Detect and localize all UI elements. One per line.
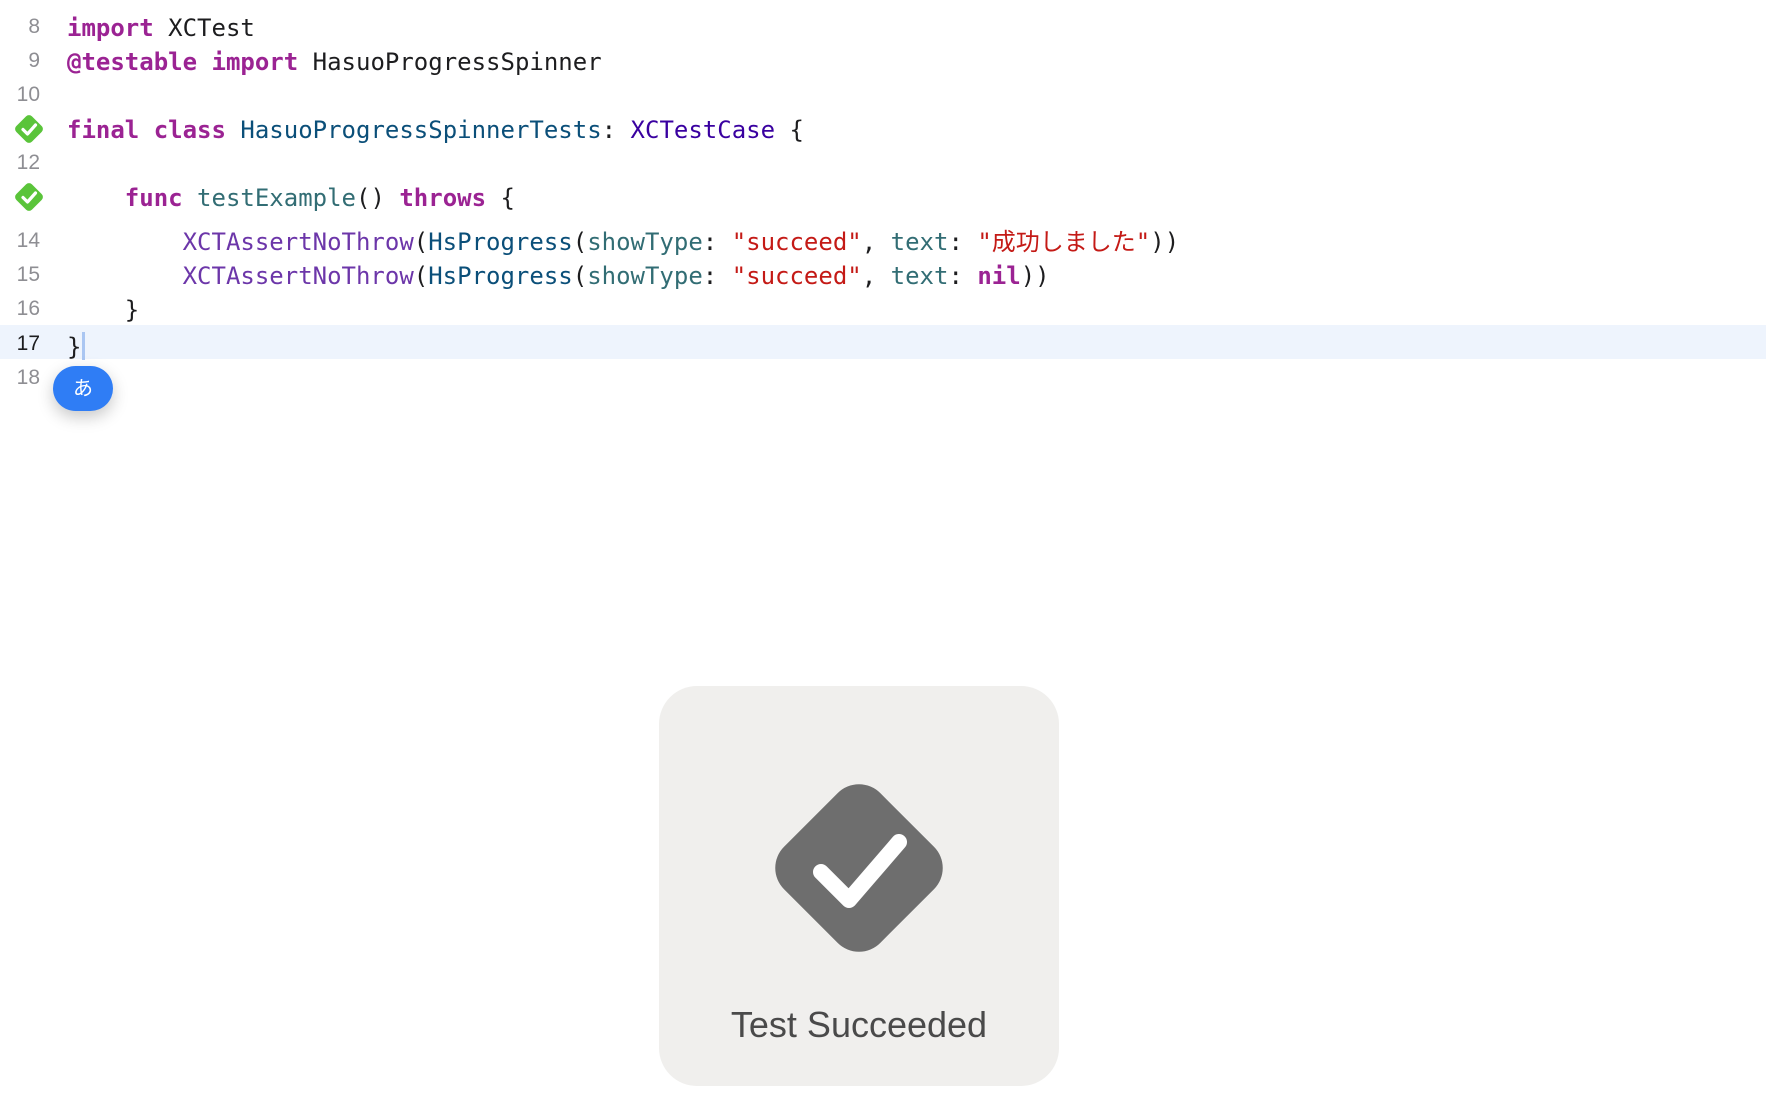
line-number: 18 [16, 366, 40, 389]
input-method-badge: あ [53, 366, 113, 411]
punctuation-token: () [356, 184, 400, 212]
code-editor[interactable]: 8 import XCTest 9 @testable import Hasuo… [0, 0, 1766, 1111]
test-result-hud: Test Succeeded [659, 686, 1059, 1086]
code-line[interactable]: final class HasuoProgressSpinnerTests: X… [0, 110, 1766, 144]
argument-label-token: text [890, 228, 949, 256]
punctuation-token: , [861, 228, 891, 256]
module-token: HasuoProgressSpinner [312, 48, 602, 76]
punctuation-token: )) [1150, 228, 1180, 256]
keyword-token: throws [399, 184, 487, 212]
argument-label-token: text [890, 262, 949, 290]
line-number: 16 [16, 297, 40, 320]
type-token: XCTestCase [630, 116, 776, 144]
punctuation-token: } [67, 333, 82, 361]
line-number: 17 [16, 332, 40, 355]
type-token: HsProgress [428, 228, 573, 256]
code-text[interactable]: } [67, 297, 139, 323]
gutter: 9 [0, 42, 58, 76]
hud-message: Test Succeeded [730, 1004, 988, 1045]
punctuation-token: : [601, 116, 631, 144]
gutter: 16 [0, 290, 58, 324]
punctuation-token: : [948, 262, 978, 290]
code-line[interactable]: 18 [0, 359, 1766, 393]
string-literal-token: "成功しました" [977, 228, 1151, 256]
code-text[interactable]: func testExample() throws { [67, 185, 515, 211]
type-token: HsProgress [428, 262, 573, 290]
indent-token [67, 228, 183, 256]
punctuation-token: : [702, 228, 732, 256]
code-line[interactable]: 8 import XCTest [0, 8, 1766, 42]
code-line[interactable]: 12 [0, 144, 1766, 178]
code-line[interactable]: 14 XCTAssertNoThrow(HsProgress(showType:… [0, 222, 1766, 256]
attribute-token: @testable [67, 48, 198, 76]
gutter: 15 [0, 256, 58, 290]
string-literal-token: "succeed" [731, 262, 862, 290]
indent-token [67, 184, 125, 212]
class-name-token: HasuoProgressSpinnerTests [240, 116, 602, 144]
punctuation-token: { [486, 184, 515, 212]
code-text[interactable]: @testable import HasuoProgressSpinner [67, 49, 602, 75]
code-line[interactable]: 15 XCTAssertNoThrow(HsProgress(showType:… [0, 256, 1766, 290]
checkmark-diamond-icon[interactable] [13, 113, 45, 145]
code-line[interactable]: 16 } [0, 290, 1766, 324]
keyword-token: class [153, 116, 226, 144]
code-text[interactable]: XCTAssertNoThrow(HsProgress(showType: "s… [67, 228, 1180, 256]
function-name-token: testExample [197, 184, 356, 212]
keyword-token: final [67, 116, 140, 144]
punctuation-token: : [948, 228, 978, 256]
line-number: 9 [28, 49, 40, 72]
checkmark-diamond-icon[interactable] [13, 181, 45, 213]
punctuation-token: ( [572, 262, 588, 290]
string-literal-token: "succeed" [731, 228, 862, 256]
code-text[interactable]: XCTAssertNoThrow(HsProgress(showType: "s… [67, 263, 1050, 289]
indent-token [67, 262, 183, 290]
text-cursor [82, 332, 86, 360]
function-call-token: XCTAssertNoThrow [182, 228, 414, 256]
punctuation-token: ( [572, 228, 588, 256]
punctuation-token: ( [413, 228, 429, 256]
code-text[interactable]: final class HasuoProgressSpinnerTests: X… [67, 117, 804, 143]
line-number: 10 [16, 83, 40, 106]
punctuation-token: } [67, 296, 140, 324]
punctuation-token: )) [1020, 262, 1050, 290]
line-number: 14 [16, 229, 40, 252]
function-call-token: XCTAssertNoThrow [182, 262, 414, 290]
gutter: 17 [0, 325, 58, 359]
gutter: 18 [0, 359, 58, 393]
punctuation-token: : [702, 262, 732, 290]
gutter: 14 [0, 222, 58, 256]
gutter [0, 110, 58, 144]
code-line[interactable]: 9 @testable import HasuoProgressSpinner [0, 42, 1766, 76]
keyword-token: func [124, 184, 183, 212]
punctuation-token: ( [413, 262, 429, 290]
code-line-current[interactable]: 17 } [0, 325, 1766, 361]
argument-label-token: showType [587, 262, 703, 290]
module-token: XCTest [168, 14, 255, 42]
gutter [0, 178, 58, 212]
gutter: 8 [0, 8, 58, 42]
punctuation-token: , [861, 262, 891, 290]
keyword-token: import [211, 48, 299, 76]
punctuation-token: { [775, 116, 804, 144]
nil-keyword-token: nil [977, 262, 1021, 290]
gutter: 10 [0, 76, 58, 110]
line-number: 8 [28, 15, 40, 38]
code-line[interactable]: 10 [0, 76, 1766, 110]
code-text[interactable]: } [67, 332, 86, 361]
argument-label-token: showType [587, 228, 703, 256]
gutter: 12 [0, 144, 58, 178]
checkmark-diamond-icon [775, 784, 943, 952]
code-text[interactable]: import XCTest [67, 15, 255, 41]
code-line[interactable]: func testExample() throws { [0, 178, 1766, 212]
line-number: 12 [16, 151, 40, 174]
keyword-token: import [67, 14, 154, 42]
line-number: 15 [16, 263, 40, 286]
